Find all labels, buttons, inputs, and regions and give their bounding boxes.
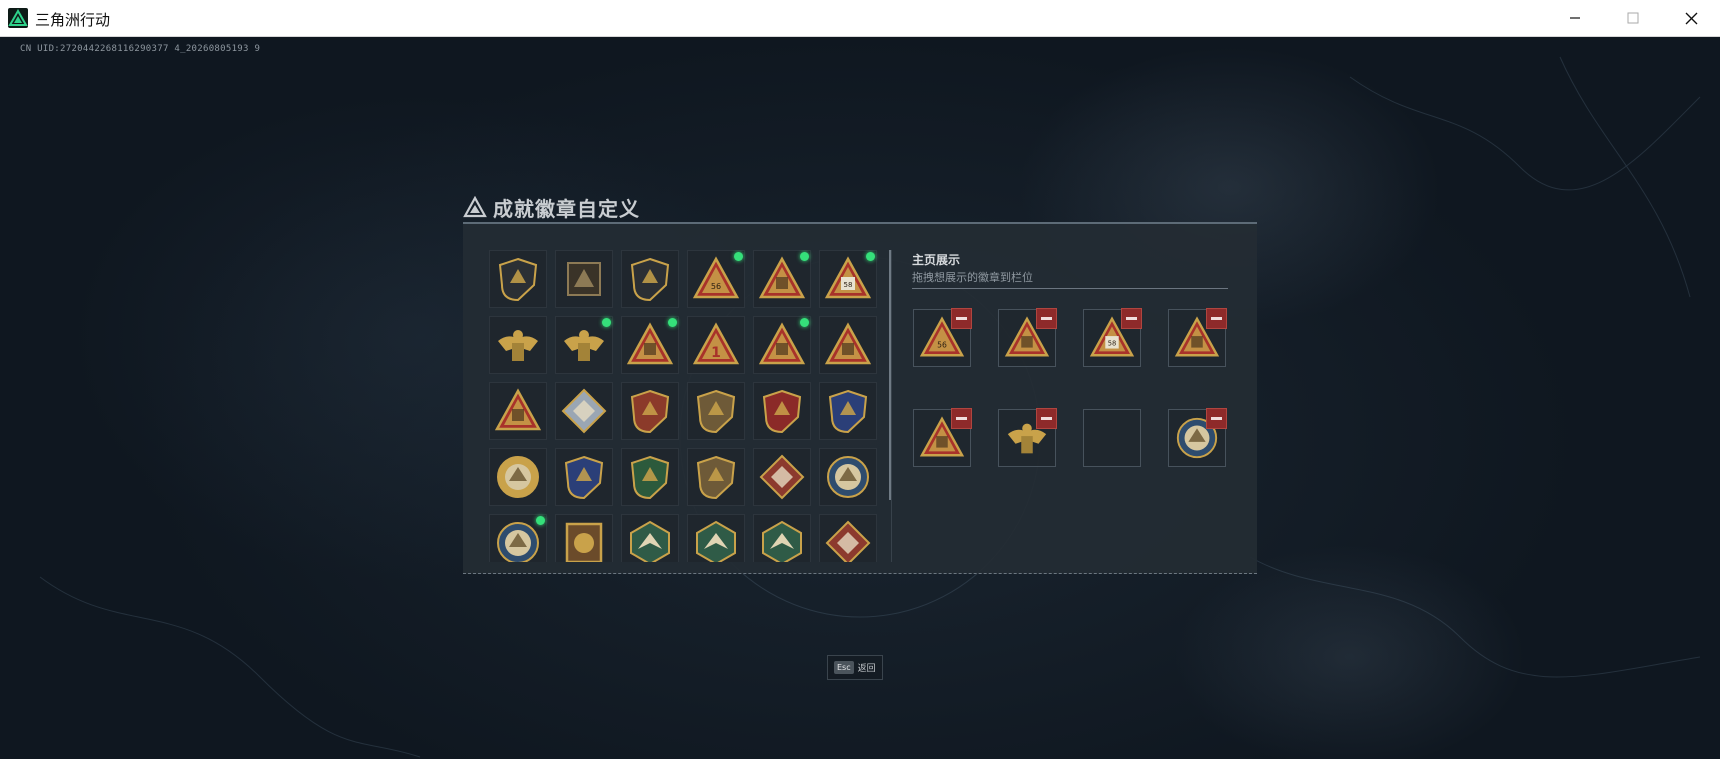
badge-cell[interactable] (819, 382, 877, 440)
showcase-slot[interactable]: 56 (913, 308, 972, 367)
new-indicator-dot (668, 318, 677, 327)
maximize-button[interactable] (1604, 0, 1662, 36)
badge-cell[interactable] (621, 316, 679, 374)
remove-badge-button[interactable] (951, 408, 972, 429)
showcase-slot[interactable] (1168, 308, 1227, 367)
remove-badge-button[interactable] (1121, 308, 1142, 329)
minimize-button[interactable] (1546, 0, 1604, 36)
badge-cell[interactable] (489, 514, 547, 562)
close-button[interactable] (1662, 0, 1720, 36)
badge-grid[interactable]: 56 58 1 (489, 250, 883, 562)
badge-cell[interactable] (489, 382, 547, 440)
showcase-slot[interactable] (1168, 408, 1227, 467)
badge-cell[interactable] (687, 514, 745, 562)
app-logo-icon (8, 8, 28, 28)
badge-cell[interactable] (753, 382, 811, 440)
minus-icon (1041, 317, 1052, 320)
showcase-slot[interactable] (998, 308, 1057, 367)
esc-key-hint: Esc (834, 661, 854, 674)
showcase-slot[interactable] (1083, 409, 1141, 467)
showcase-underline (912, 288, 1228, 289)
minus-icon (956, 417, 967, 420)
badge-cell[interactable] (489, 250, 547, 308)
badge-cell[interactable] (555, 514, 613, 562)
badge-cell[interactable] (753, 448, 811, 506)
badge-cell[interactable]: 56 (687, 250, 745, 308)
close-icon (1685, 12, 1697, 24)
badge-cell[interactable] (621, 514, 679, 562)
minus-icon (1211, 417, 1222, 420)
badge-cell[interactable]: 58 (819, 250, 877, 308)
uid-text: CN UID:2720442268116290377 4_20260805193… (20, 44, 261, 54)
badge-cell[interactable] (819, 514, 877, 562)
badge-cell[interactable] (555, 250, 613, 308)
badge-cell[interactable] (687, 448, 745, 506)
remove-badge-button[interactable] (951, 308, 972, 329)
badge-grid-scrollbar[interactable] (889, 250, 891, 500)
badge-cell[interactable]: 1 (687, 316, 745, 374)
badge-cell[interactable] (555, 382, 613, 440)
badge-cell[interactable] (753, 514, 811, 562)
window-title-bar: 三角洲行动 (0, 0, 1720, 37)
svg-text:56: 56 (711, 282, 721, 291)
svg-text:58: 58 (1108, 340, 1117, 348)
new-indicator-dot (866, 252, 875, 261)
badge-cell[interactable] (687, 382, 745, 440)
badge-cell[interactable] (489, 316, 547, 374)
new-indicator-dot (800, 318, 809, 327)
svg-text:1: 1 (711, 345, 721, 361)
showcase-subtitle: 拖拽想展示的徽章到栏位 (912, 271, 1033, 284)
badge-cell[interactable] (621, 448, 679, 506)
minimize-icon (1570, 17, 1580, 19)
new-indicator-dot (800, 252, 809, 261)
remove-badge-button[interactable] (1206, 308, 1227, 329)
panel-divider (891, 250, 892, 562)
remove-badge-button[interactable] (1206, 408, 1227, 429)
panel-header: 成就徽章自定义 (463, 193, 640, 221)
svg-text:56: 56 (937, 341, 947, 350)
maximize-icon (1627, 12, 1639, 24)
minus-icon (1211, 317, 1222, 320)
badge-cell[interactable] (555, 448, 613, 506)
badge-cell[interactable] (489, 448, 547, 506)
badge-customize-panel: 56 58 1 主页展示 拖拽想展示的徽章到栏位 56 58 (463, 222, 1257, 574)
minus-icon (1126, 317, 1137, 320)
svg-text:58: 58 (844, 281, 853, 289)
badge-cell[interactable] (753, 250, 811, 308)
showcase-slot[interactable] (913, 408, 972, 467)
delta-logo-icon (463, 196, 487, 218)
badge-cell[interactable] (555, 316, 613, 374)
remove-badge-button[interactable] (1036, 308, 1057, 329)
esc-back-label: 返回 (857, 664, 876, 674)
showcase-slot[interactable] (998, 408, 1057, 467)
minus-icon (1041, 417, 1052, 420)
esc-back-button[interactable]: Esc 返回 (827, 655, 883, 680)
badge-cell[interactable] (819, 316, 877, 374)
showcase-slot[interactable]: 58 (1083, 308, 1142, 367)
panel-title: 成就徽章自定义 (493, 196, 640, 221)
new-indicator-dot (734, 252, 743, 261)
remove-badge-button[interactable] (1036, 408, 1057, 429)
badge-cell[interactable] (753, 316, 811, 374)
new-indicator-dot (602, 318, 611, 327)
window-title: 三角洲行动 (35, 11, 111, 29)
badge-cell[interactable] (621, 250, 679, 308)
badge-cell[interactable] (621, 382, 679, 440)
minus-icon (956, 317, 967, 320)
badge-cell[interactable] (819, 448, 877, 506)
showcase-title: 主页展示 (912, 253, 961, 267)
new-indicator-dot (536, 516, 545, 525)
